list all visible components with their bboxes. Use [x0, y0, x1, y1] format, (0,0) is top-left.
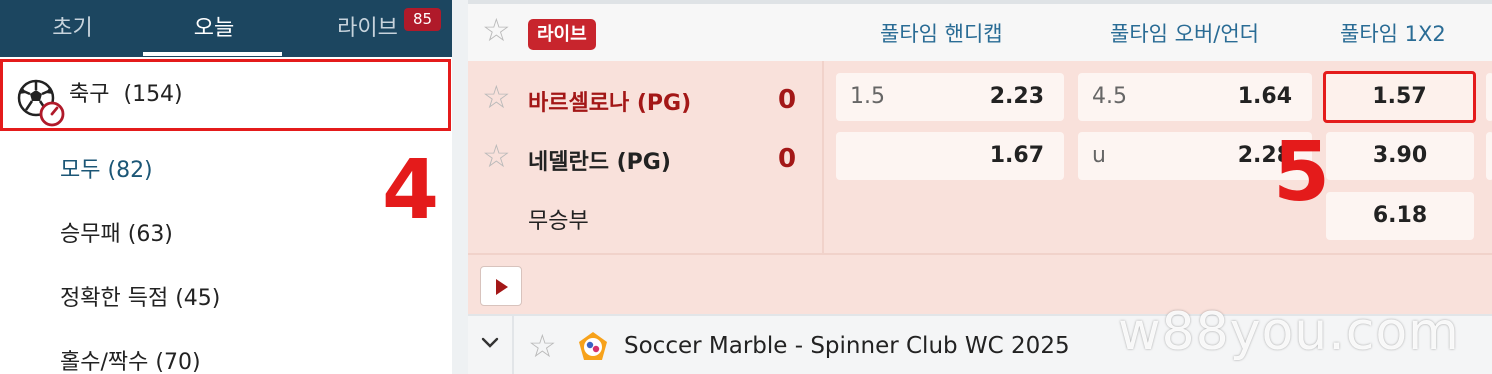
odds-value: 6.18 — [1372, 203, 1428, 228]
odds-value: 3.90 — [1372, 143, 1428, 168]
draw-label: 무승부 — [528, 209, 589, 234]
over-under-line: u — [1092, 143, 1106, 168]
away-score: 0 — [778, 144, 797, 174]
favorite-star-icon[interactable]: ☆ — [482, 81, 511, 113]
event-title: Soccer Marble - Spinner Club WC 2025 — [624, 333, 1070, 359]
soccer-marble-logo-icon — [579, 332, 607, 360]
sidebar-divider — [452, 0, 468, 374]
live-badge: 라이브 — [528, 19, 596, 50]
home-score: 0 — [778, 85, 797, 115]
sidebar-item-win-draw-lose[interactable]: 승무패 (63) — [60, 216, 173, 248]
board-header: ☆ 라이브 풀타임 핸디캡 풀타임 오버/언더 풀타임 1X2 — [468, 0, 1492, 61]
date-tabs: 초기 오늘 라이브 85 — [0, 0, 452, 57]
odds-handicap-home[interactable]: 1.5 2.23 — [836, 73, 1064, 121]
annotation-number-5: 5 — [1273, 125, 1331, 220]
active-tab-indicator — [143, 52, 282, 56]
over-under-odds: 1.64 — [1237, 84, 1292, 109]
match-row: ☆ 바르셀로나 (PG) 0 ☆ 네델란드 (PG) 0 무승부 1.5 2.2… — [468, 61, 1492, 314]
odds-1x2-home-selected[interactable]: 1.57 — [1323, 71, 1476, 123]
chevron-down-icon — [481, 337, 499, 348]
sidebar-item-correct-score[interactable]: 정확한 득점 (45) — [60, 280, 220, 312]
handicap-line: 1.5 — [850, 84, 885, 109]
live-count-badge: 85 — [404, 8, 441, 31]
expand-toggle[interactable] — [468, 316, 514, 374]
over-under-line: 4.5 — [1092, 84, 1127, 109]
sport-label: 축구 (154) — [69, 82, 183, 107]
handicap-odds: 2.23 — [989, 84, 1044, 109]
odds-overflow-cell — [1486, 132, 1492, 180]
odds-handicap-away[interactable]: 1.67 — [836, 132, 1064, 180]
home-team-name: 바르셀로나 (PG) — [528, 91, 692, 116]
live-stream-button[interactable] — [480, 266, 522, 306]
odds-value: 1.57 — [1372, 84, 1427, 109]
odds-overflow-cell — [1486, 73, 1492, 121]
away-team-name: 네델란드 (PG) — [528, 150, 671, 175]
column-divider — [822, 61, 824, 253]
column-header-1x2: 풀타임 1X2 — [1340, 22, 1446, 46]
row-divider — [468, 253, 1492, 255]
sport-item-soccer[interactable]: 축구 (154) — [0, 59, 451, 131]
odds-1x2-away[interactable]: 3.90 — [1326, 132, 1474, 180]
favorite-star-icon[interactable]: ☆ — [528, 330, 557, 362]
sidebar-item-all[interactable]: 모두 (82) — [60, 152, 153, 184]
tab-early[interactable]: 초기 — [0, 0, 145, 57]
handicap-odds: 1.67 — [989, 143, 1044, 168]
tab-today[interactable]: 오늘 — [145, 0, 283, 57]
watermark: w88you.com — [1118, 302, 1460, 362]
sidebar-item-odd-even[interactable]: 홀수/짝수 (70) — [60, 344, 201, 374]
favorite-star-icon[interactable]: ☆ — [482, 14, 511, 46]
odds-1x2-draw[interactable]: 6.18 — [1326, 192, 1474, 240]
odds-over[interactable]: 4.5 1.64 — [1078, 73, 1312, 121]
favorite-star-icon[interactable]: ☆ — [482, 140, 511, 172]
column-header-handicap: 풀타임 핸디캡 — [880, 22, 1003, 46]
soccer-ball-timer-icon — [17, 79, 65, 127]
play-icon — [496, 279, 508, 295]
column-header-over-under: 풀타임 오버/언더 — [1110, 22, 1259, 46]
annotation-number-4: 4 — [382, 143, 440, 238]
